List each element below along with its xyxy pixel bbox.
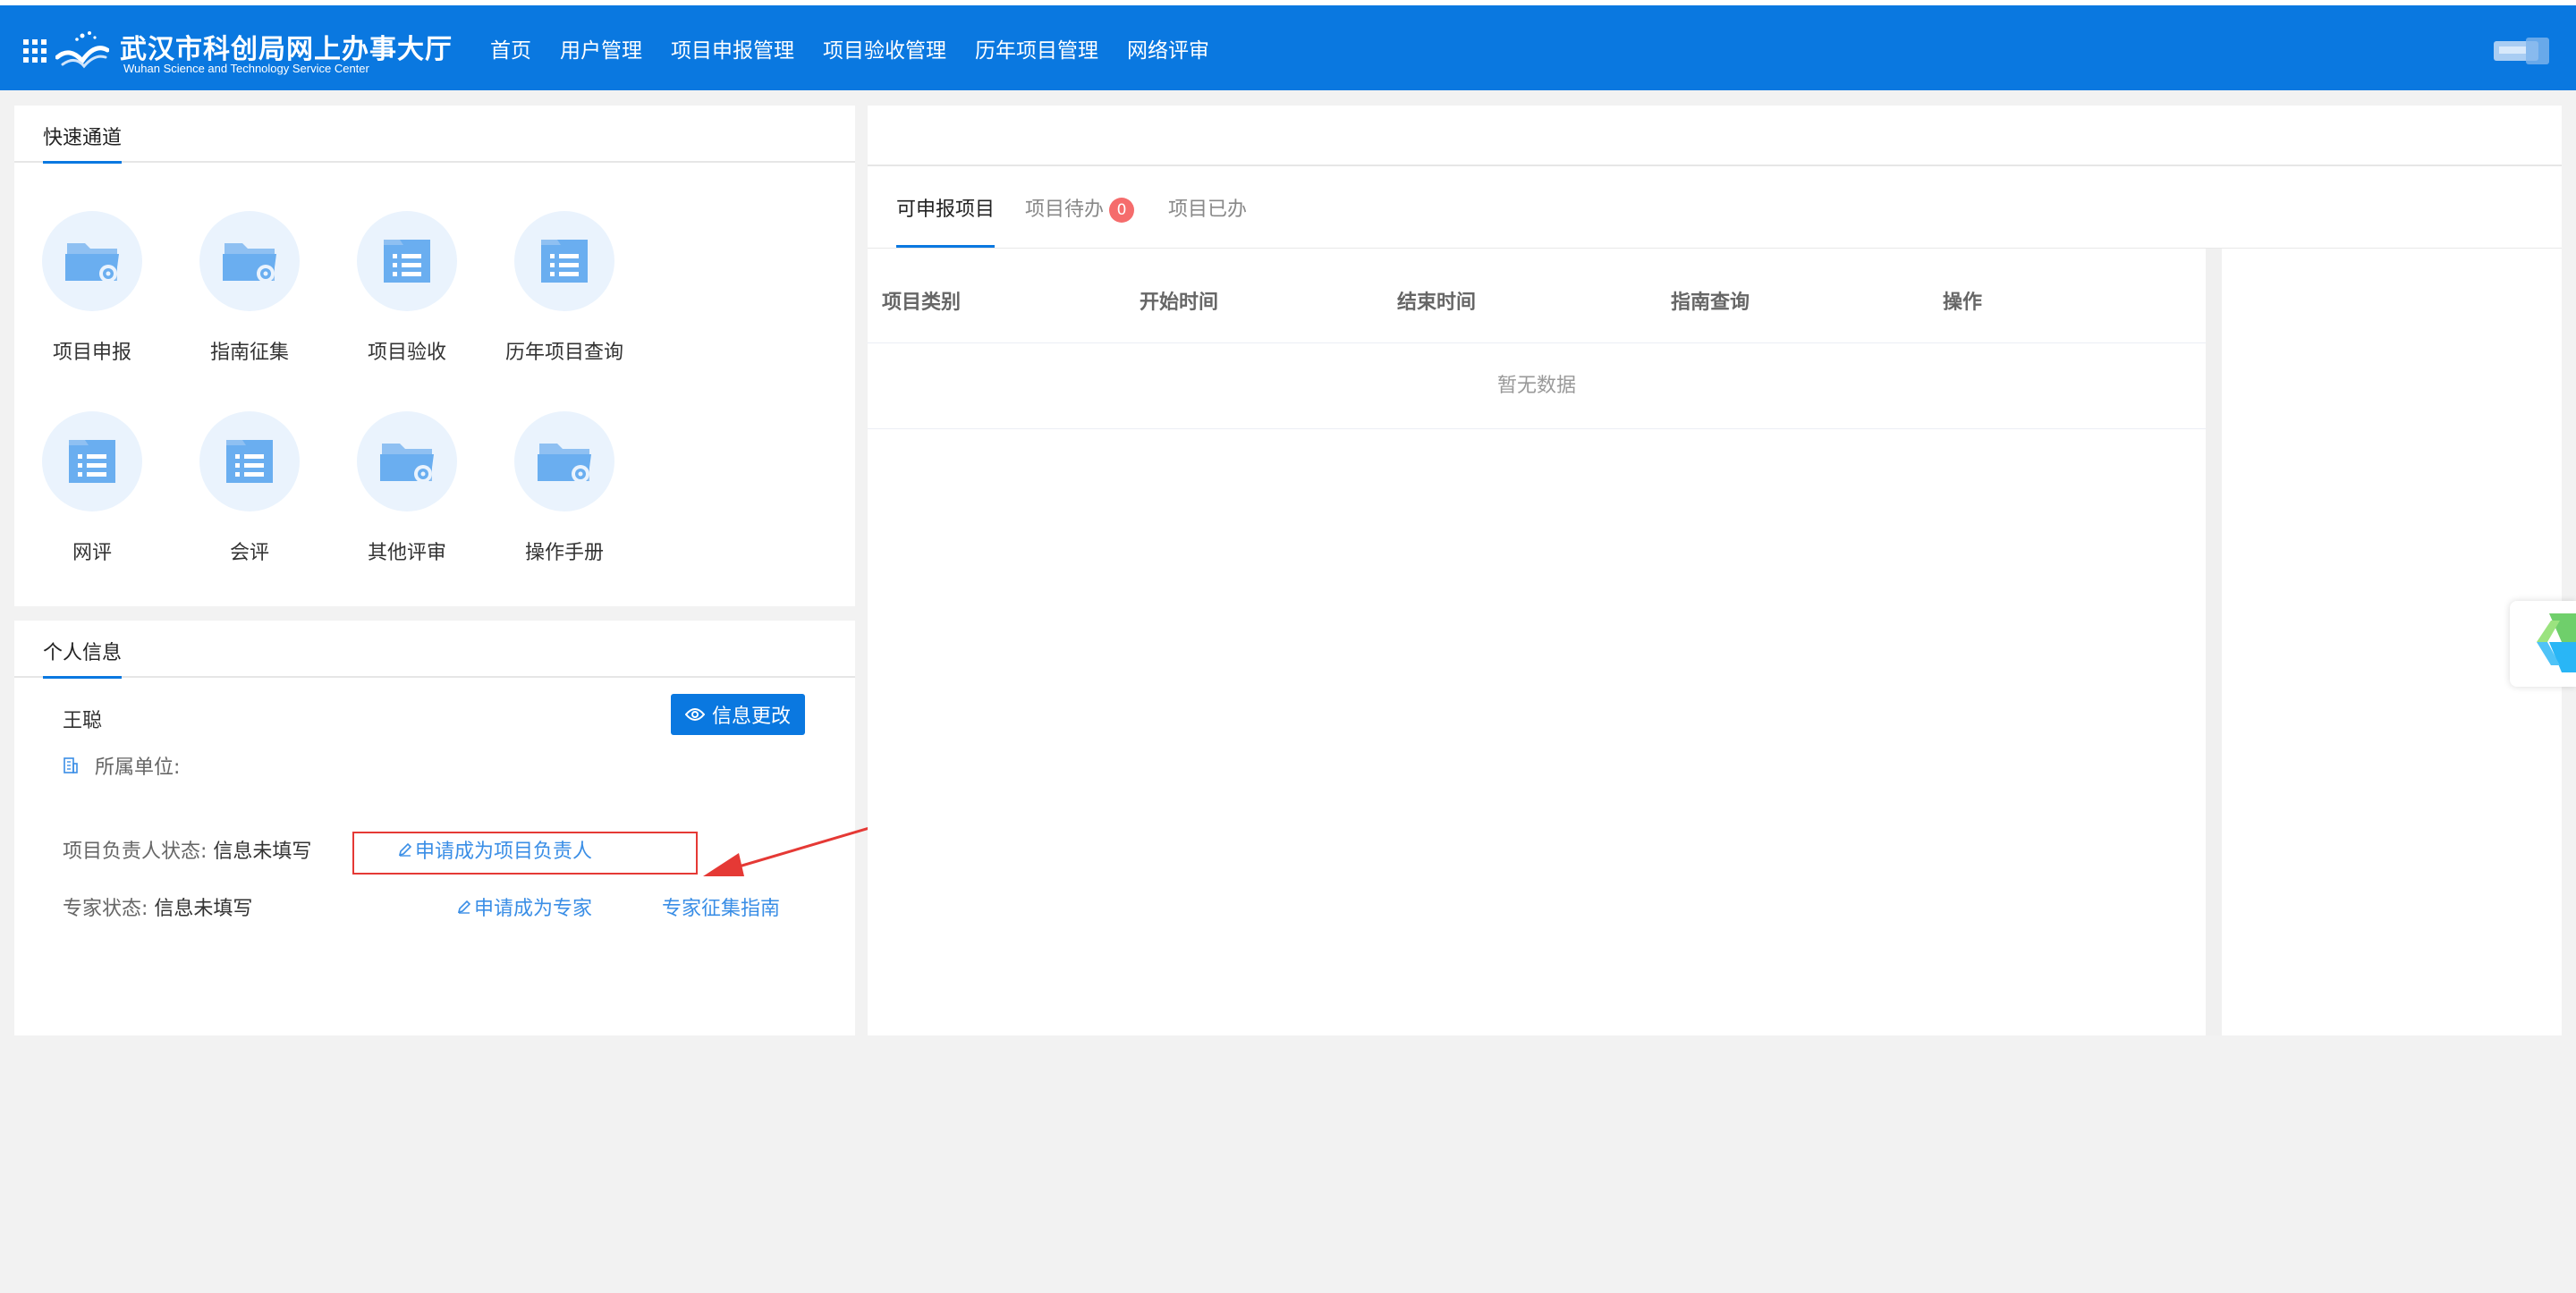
quick-item-label: 其他评审	[367, 542, 446, 564]
projects-panel: 可申报项目 项目待办 0 项目已办 项目类别 开始时间 结束时间 指南查询 操作 …	[868, 106, 2562, 1035]
quick-item-label: 会评	[229, 542, 269, 564]
tab-available-projects[interactable]: 可申报项目	[896, 193, 996, 248]
main-nav: 首页 用户管理 项目申报管理 项目验收管理 历年项目管理 网络评审	[490, 5, 1238, 90]
quick-access-title: 快速通道	[43, 122, 123, 164]
apply-expert-link[interactable]: 申请成为专家	[456, 892, 592, 921]
quick-item-meeting-review[interactable]: 会评	[174, 411, 326, 565]
personal-info-title: 个人信息	[43, 637, 123, 679]
quick-item-label: 项目验收	[367, 342, 446, 364]
quick-access-header: 快速通道	[14, 106, 855, 164]
quick-item-label: 网评	[72, 542, 112, 564]
org-label: 所属单位:	[95, 756, 181, 779]
nav-item-user-management[interactable]: 用户管理	[560, 33, 642, 63]
folder-gear-icon	[514, 411, 614, 511]
column-header: 结束时间	[1397, 292, 1477, 314]
quick-access-panel: 快速通道 项目申报 指南征集 项目验收 历年项目查询 网评 会评 其他评审 操作…	[14, 106, 855, 606]
folder-gear-icon	[42, 211, 142, 311]
floating-side-widget[interactable]	[2510, 601, 2576, 687]
leader-status-row: 项目负责人状态: 信息未填写	[63, 835, 311, 864]
quick-item-project-apply[interactable]: 项目申报	[16, 211, 168, 365]
apply-expert-label: 申请成为专家	[474, 898, 593, 920]
apply-project-leader-label: 申请成为项目负责人	[415, 841, 593, 863]
folder-gear-icon	[357, 411, 457, 511]
eye-icon	[684, 708, 705, 721]
edit-info-button[interactable]: 信息更改	[671, 694, 805, 735]
top-header: 武汉市科创局网上办事大厅 Wuhan Science and Technolog…	[0, 5, 2576, 90]
site-title: 武汉市科创局网上办事大厅	[120, 34, 453, 65]
building-icon	[64, 757, 78, 773]
document-list-icon	[199, 411, 300, 511]
leader-status-value: 信息未填写	[213, 841, 312, 863]
pending-count-badge: 0	[1109, 198, 1135, 223]
tab-completed-projects[interactable]: 项目已办	[1168, 193, 1247, 222]
quick-item-label: 指南征集	[209, 342, 289, 364]
expert-guide-link[interactable]: 专家征集指南	[662, 892, 780, 921]
quick-item-guide-collection[interactable]: 指南征集	[174, 211, 326, 365]
expert-status-label: 专家状态:	[63, 898, 148, 920]
empty-state: 暂无数据	[868, 343, 2206, 429]
edit-icon	[457, 900, 471, 914]
nav-item-project-acceptance[interactable]: 项目验收管理	[823, 33, 946, 63]
column-header: 项目类别	[882, 292, 962, 314]
table-header: 项目类别 开始时间 结束时间 指南查询 操作	[868, 249, 2206, 343]
column-header: 操作	[1943, 292, 1983, 314]
personal-info-panel: 个人信息 王聪 信息更改 所属单位: 项目负责人状态: 信息未填写 申请成为项目…	[14, 621, 1058, 1035]
edit-info-label: 信息更改	[711, 706, 791, 728]
chevron-left-icon	[2537, 613, 2576, 672]
quick-item-user-manual[interactable]: 操作手册	[488, 411, 640, 565]
nav-item-project-application[interactable]: 项目申报管理	[671, 33, 794, 63]
projects-topbar	[868, 106, 2562, 166]
folder-gear-icon	[199, 211, 300, 311]
nav-item-past-projects[interactable]: 历年项目管理	[975, 33, 1098, 63]
quick-item-past-project-query[interactable]: 历年项目查询	[488, 211, 640, 365]
expert-status-value: 信息未填写	[154, 898, 253, 920]
project-tabs: 可申报项目 项目待办 0 项目已办	[868, 166, 2562, 249]
quick-item-label: 项目申报	[52, 342, 131, 364]
document-list-icon	[514, 211, 614, 311]
site-subtitle: Wuhan Science and Technology Service Cen…	[123, 62, 369, 75]
quick-item-project-acceptance[interactable]: 项目验收	[331, 211, 483, 365]
leader-status-label: 项目负责人状态:	[63, 841, 208, 863]
table-scrollbar[interactable]	[2206, 249, 2222, 1035]
apps-grid-icon[interactable]	[23, 39, 47, 63]
column-header: 开始时间	[1140, 292, 1219, 314]
tab-pending-label: 项目待办	[1025, 199, 1105, 221]
quick-item-other-review[interactable]: 其他评审	[331, 411, 483, 565]
user-name: 王聪	[63, 710, 103, 732]
user-avatar[interactable]	[2494, 38, 2549, 64]
column-header: 指南查询	[1671, 292, 1750, 314]
org-row: 所属单位:	[63, 751, 180, 780]
projects-table: 项目类别 开始时间 结束时间 指南查询 操作 暂无数据	[868, 249, 2206, 1035]
nav-item-online-review[interactable]: 网络评审	[1127, 33, 1209, 63]
tab-pending-projects[interactable]: 项目待办 0	[1025, 193, 1135, 223]
expert-status-row: 专家状态: 信息未填写	[63, 892, 252, 921]
personal-info-header: 个人信息	[14, 621, 855, 679]
edit-icon	[398, 842, 412, 857]
nav-item-home[interactable]: 首页	[490, 33, 531, 63]
site-logo	[55, 31, 109, 69]
quick-item-online-review[interactable]: 网评	[16, 411, 168, 565]
quick-item-label: 操作手册	[524, 542, 604, 564]
quick-item-label: 历年项目查询	[504, 342, 623, 364]
apply-project-leader-link[interactable]: 申请成为项目负责人	[397, 835, 592, 864]
document-list-icon	[42, 411, 142, 511]
document-list-icon	[357, 211, 457, 311]
